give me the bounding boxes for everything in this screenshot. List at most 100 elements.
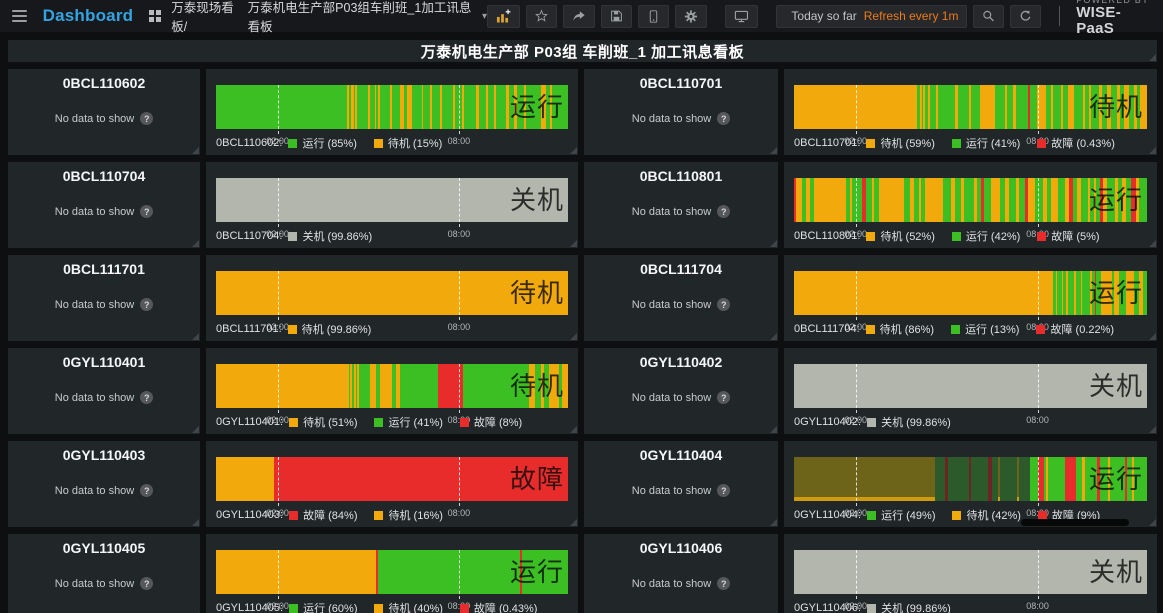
machine-status-chart-panel: 待机 02:0008:00 0BCL111701: 待机 (99.86%)	[206, 255, 578, 341]
add-panel-button[interactable]	[487, 5, 520, 28]
no-data-text: No data to show	[632, 299, 712, 311]
time-gridline	[856, 364, 857, 413]
timeline-segment	[980, 85, 996, 129]
top-navbar: Dashboard 万泰现场看板/ 万泰机电生产部P03组车削班_1加工讯息看板…	[0, 0, 1163, 32]
help-icon[interactable]: ?	[140, 577, 153, 590]
machine-title[interactable]: 0GYL110403	[63, 447, 146, 463]
no-data-text: No data to show	[55, 299, 135, 311]
legend-label: 运行 (60%)	[303, 600, 357, 613]
machine-title[interactable]: 0BCL111704	[640, 261, 722, 277]
legend-item: 待机 (52%)	[866, 228, 934, 244]
legend-color-swatch	[374, 511, 383, 520]
breadcrumb-root[interactable]: 万泰现场看板/	[171, 0, 242, 35]
refresh-button[interactable]	[1010, 5, 1041, 28]
legend-color-swatch	[288, 139, 297, 148]
timeline-segment-substrip	[794, 497, 935, 501]
legend-label: 关机 (99.86%)	[881, 414, 951, 430]
legend: 0BCL110704: 关机 (99.86%)	[216, 228, 570, 244]
save-button[interactable]	[601, 5, 632, 28]
help-icon[interactable]: ?	[140, 112, 153, 125]
legend-label: 待机 (51%)	[303, 414, 357, 430]
help-icon[interactable]: ?	[717, 577, 730, 590]
no-data-message: No data to show ?	[55, 112, 154, 125]
help-icon[interactable]: ?	[717, 112, 730, 125]
legend-label: 待机 (16%)	[388, 507, 442, 523]
time-gridline	[856, 457, 857, 506]
mobile-button[interactable]	[638, 5, 669, 28]
legend-color-swatch	[1036, 325, 1045, 334]
help-icon[interactable]: ?	[717, 298, 730, 311]
help-icon[interactable]: ?	[717, 484, 730, 497]
breadcrumb[interactable]: 万泰现场看板/ 万泰机电生产部P03组车削班_1加工讯息看板 ▾	[171, 0, 487, 35]
machine-title[interactable]: 0BCL110701	[640, 75, 723, 91]
timeline-wrap: 运行 02:0008:00	[794, 271, 1147, 315]
machine-info-panel: 0GYL110404 No data to show ?	[584, 441, 778, 527]
scrollbar-thumb[interactable]	[1021, 519, 1129, 526]
time-gridline	[856, 85, 857, 134]
legend-machine-id: 0BCL110801:	[794, 230, 860, 242]
legend: 0BCL111704: 待机 (86%)运行 (13%)故障 (0.22%)	[794, 321, 1149, 337]
no-data-text: No data to show	[55, 578, 135, 590]
tv-mode-button[interactable]	[725, 5, 758, 28]
legend-item: 运行 (41%)	[374, 414, 442, 430]
timeline-segment	[991, 178, 1000, 222]
machine-title[interactable]: 0BCL110801	[640, 168, 723, 184]
legend-color-swatch	[866, 139, 875, 148]
machine-info-panel: 0GYL110405 No data to show ?	[8, 534, 200, 613]
legend-item: 故障 (0.43%)	[460, 600, 538, 613]
legend-item: 待机 (99.86%)	[288, 321, 372, 337]
time-gridline	[278, 178, 279, 227]
help-icon[interactable]: ?	[140, 391, 153, 404]
timeline-wrap: 关机 02:0008:00	[794, 364, 1147, 408]
legend-item: 关机 (99.86%)	[867, 414, 951, 430]
star-button[interactable]	[526, 5, 557, 28]
legend-label: 故障 (0.43%)	[474, 600, 538, 613]
machine-title[interactable]: 0BCL111701	[63, 261, 145, 277]
legend-label: 待机 (99.86%)	[302, 321, 372, 337]
menu-icon[interactable]	[12, 10, 27, 22]
time-gridline	[1038, 550, 1039, 599]
help-icon[interactable]: ?	[140, 205, 153, 218]
settings-button[interactable]	[675, 5, 707, 28]
search-button[interactable]	[973, 5, 1004, 28]
machine-title[interactable]: 0GYL110405	[63, 540, 146, 556]
machine-title[interactable]: 0GYL110406	[640, 540, 723, 556]
mobile-icon	[647, 9, 660, 24]
no-data-message: No data to show ?	[55, 205, 154, 218]
help-icon[interactable]: ?	[717, 205, 730, 218]
legend-color-swatch	[1037, 232, 1046, 241]
timeline-segment	[216, 550, 376, 594]
machine-title[interactable]: 0GYL110401	[63, 354, 146, 370]
legend: 0BCL110602: 运行 (85%)待机 (15%)	[216, 135, 570, 151]
timeline-segment	[1030, 85, 1037, 129]
help-icon[interactable]: ?	[140, 484, 153, 497]
legend-label: 故障 (84%)	[303, 507, 357, 523]
legend-label: 运行 (41%)	[388, 414, 442, 430]
help-icon[interactable]: ?	[717, 391, 730, 404]
breadcrumb-current[interactable]: 万泰机电生产部P03组车削班_1加工讯息看板	[248, 0, 474, 35]
dashboard-picker-icon[interactable]	[149, 10, 161, 22]
timeline-segment	[1074, 85, 1083, 129]
share-button[interactable]	[563, 5, 595, 28]
legend-item: 待机 (40%)	[374, 600, 442, 613]
machine-title[interactable]: 0GYL110404	[640, 447, 723, 463]
timeline-segment	[971, 457, 988, 501]
app-logo[interactable]: Dashboard	[43, 6, 134, 26]
machine-status-chart-panel: 关机 02:0008:00 0GYL110402: 关机 (99.86%)	[784, 348, 1157, 434]
time-range-button[interactable]: Today so far Refresh every 1m	[776, 5, 968, 28]
legend-label: 运行 (42%)	[966, 228, 1020, 244]
legend-item: 待机 (15%)	[374, 135, 442, 151]
machine-title[interactable]: 0BCL110602	[63, 75, 146, 91]
timeline-segment	[1009, 178, 1017, 222]
legend: 0GYL110406: 关机 (99.86%)	[794, 600, 1149, 613]
no-data-text: No data to show	[632, 578, 712, 590]
legend-machine-id: 0GYL110401:	[216, 416, 283, 428]
no-data-message: No data to show ?	[632, 391, 731, 404]
help-icon[interactable]: ?	[140, 298, 153, 311]
legend-color-swatch	[460, 418, 469, 427]
machine-title[interactable]: 0GYL110402	[640, 354, 723, 370]
dashboard-grid: 万泰机电生产部 P03组 车削班_1 加工讯息看板 0BCL110602 No …	[8, 40, 1155, 613]
legend-color-swatch	[374, 418, 383, 427]
machine-info-panel: 0GYL110403 No data to show ?	[8, 441, 200, 527]
machine-title[interactable]: 0BCL110704	[63, 168, 146, 184]
